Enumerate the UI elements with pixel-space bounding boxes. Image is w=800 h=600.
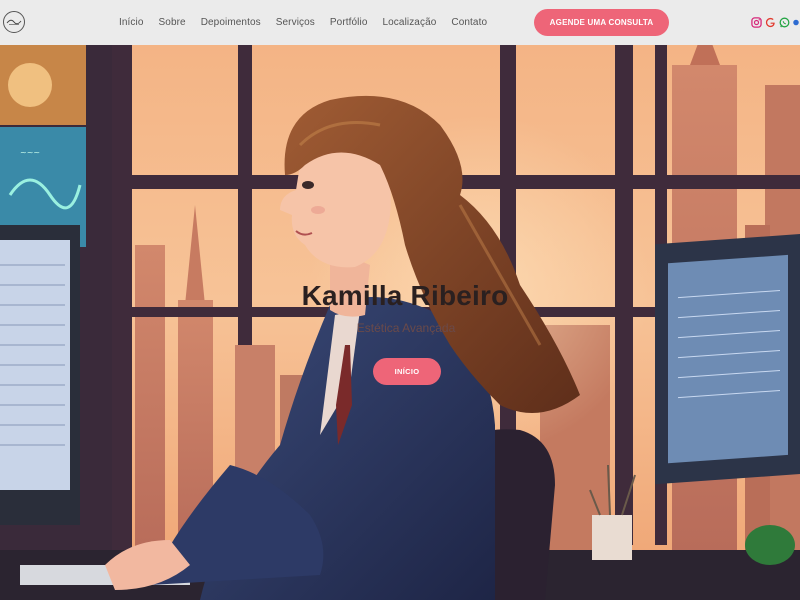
hero-subtitle: Estética Avançada xyxy=(356,321,456,335)
nav-inicio[interactable]: Início xyxy=(119,17,144,28)
whatsapp-icon[interactable] xyxy=(779,17,790,28)
nav-depoimentos[interactable]: Depoimentos xyxy=(201,17,261,28)
nav-portfolio[interactable]: Portfólio xyxy=(330,17,368,28)
nav-localizacao[interactable]: Localização xyxy=(382,17,436,28)
social-links xyxy=(751,15,799,29)
schedule-consultation-button[interactable]: AGENDE UMA CONSULTA xyxy=(534,9,669,36)
nav-sobre[interactable]: Sobre xyxy=(159,17,186,28)
site-header: Início Sobre Depoimentos Serviços Portfó… xyxy=(0,0,800,45)
logo[interactable] xyxy=(3,11,25,33)
nav-contato[interactable]: Contato xyxy=(451,17,487,28)
logo-mark-icon xyxy=(6,19,22,25)
hero-section: ~~~ Kamilla Ribeiro Estética Avançada IN… xyxy=(0,45,800,600)
main-nav: Início Sobre Depoimentos Serviços Portfó… xyxy=(119,0,502,45)
hero-inicio-button[interactable]: INÍCIO xyxy=(373,358,441,385)
nav-servicos[interactable]: Serviços xyxy=(276,17,315,28)
svg-text:~~~: ~~~ xyxy=(20,148,40,157)
instagram-icon[interactable] xyxy=(751,16,762,28)
facebook-icon[interactable] xyxy=(793,17,799,28)
google-icon[interactable] xyxy=(765,17,776,28)
hero-title: Kamilla Ribeiro xyxy=(301,280,509,311)
